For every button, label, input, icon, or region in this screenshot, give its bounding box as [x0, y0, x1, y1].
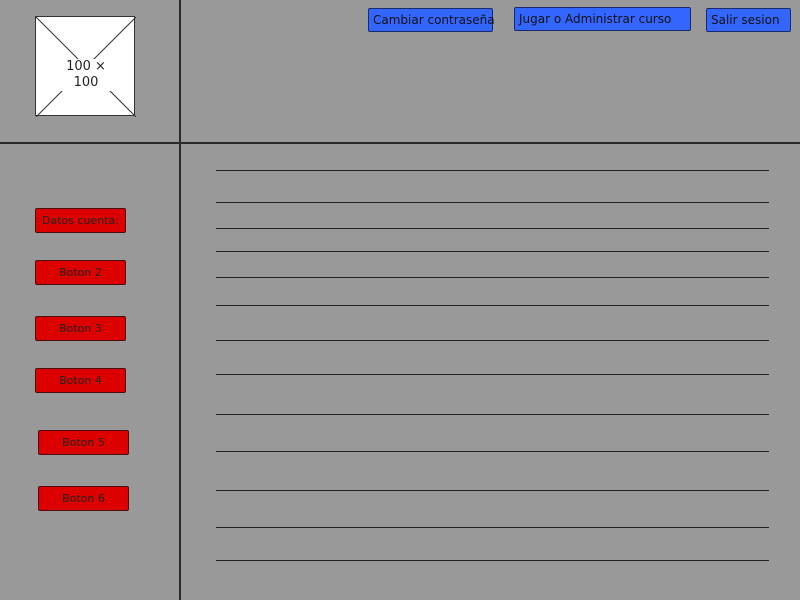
content-line: [216, 527, 769, 528]
content-line: [216, 170, 769, 171]
play-or-admin-course-button[interactable]: Jugar o Administrar curso: [514, 7, 691, 31]
content-line: [216, 490, 769, 491]
content-line: [216, 277, 769, 278]
vertical-divider: [179, 0, 181, 600]
content-line: [216, 560, 769, 561]
logout-button[interactable]: Salir sesion: [706, 8, 791, 32]
button-6[interactable]: Boton 6: [38, 486, 129, 511]
image-placeholder-label: 100 × 100: [56, 59, 116, 91]
content-line: [216, 374, 769, 375]
change-password-button[interactable]: Cambiar contraseña: [368, 8, 495, 32]
image-placeholder: 100 × 100: [35, 16, 136, 117]
content-line: [216, 202, 769, 203]
button-3[interactable]: Boton 3: [35, 316, 126, 341]
content-line: [216, 451, 769, 452]
button-2[interactable]: Boton 2: [35, 260, 126, 285]
content-line: [216, 414, 769, 415]
content-line: [216, 340, 769, 341]
account-data-button[interactable]: Datos cuenta:: [35, 208, 126, 233]
button-4[interactable]: Boton 4: [35, 368, 126, 393]
content-line: [216, 251, 769, 252]
button-5[interactable]: Boton 5: [38, 430, 129, 455]
content-line: [216, 305, 769, 306]
horizontal-divider: [0, 142, 800, 144]
content-line: [216, 228, 769, 229]
